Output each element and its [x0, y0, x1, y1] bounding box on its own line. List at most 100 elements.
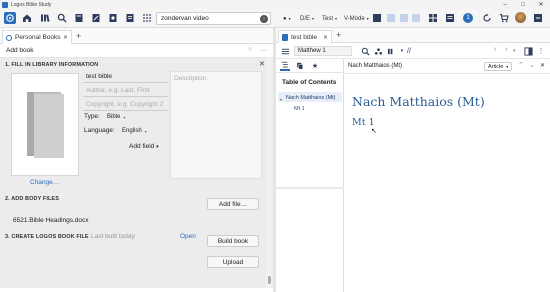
toc-item-book[interactable]: Nach Matthaios (Mt) — [286, 95, 336, 101]
type-label: Type: — [84, 113, 100, 120]
back-arrow-icon[interactable]: ‹ — [494, 46, 496, 53]
minimize-panel-icon[interactable]: — — [260, 47, 267, 54]
close-section-icon[interactable]: ✕ — [259, 60, 265, 68]
left-scrollbar[interactable] — [266, 58, 273, 288]
chevron-down-icon: ▾ — [123, 114, 126, 120]
close-tab-icon[interactable]: ✕ — [63, 34, 68, 41]
build-book-button[interactable]: Build book — [207, 235, 259, 247]
add-book-title: Add book — [6, 47, 34, 54]
type-select[interactable]: Bible ▾ — [107, 114, 125, 120]
add-book-header: Add book ? — — [0, 44, 273, 58]
search-icon[interactable] — [360, 46, 370, 56]
panel-menu-icon[interactable] — [444, 12, 456, 24]
parallel-resources-icon[interactable] — [386, 46, 396, 56]
add-tab-icon[interactable]: + — [336, 30, 341, 40]
record-icon: ● — [283, 15, 287, 22]
right-tab-bar: test bible ✕ + — [276, 28, 550, 43]
command-search-input[interactable]: zondervan video › — [156, 12, 271, 25]
home-icon[interactable] — [4, 12, 16, 24]
tab-label: test bible — [291, 33, 318, 41]
toc-item-chapter[interactable]: Mt 1 — [294, 106, 305, 112]
more-options-icon[interactable]: ⋮ — [536, 46, 546, 56]
section-body-files-title: 2. ADD BODY FILES — [5, 196, 59, 202]
book-cover-image[interactable] — [11, 73, 79, 176]
add-book-form: 1. FILL IN LIBRARY INFORMATION ✕ Change…… — [0, 58, 266, 288]
tab-personal-books[interactable]: Personal Books ✕ — [2, 30, 72, 44]
record-dropdown[interactable]: ● ▾ — [283, 13, 291, 24]
author-field[interactable]: Author, e.g. Last, First — [83, 85, 168, 97]
panel-layout-1-icon[interactable] — [371, 12, 383, 24]
search-text: zondervan video — [161, 15, 209, 22]
logos-app-icon — [2, 1, 8, 8]
visual-filter-icon[interactable] — [373, 46, 383, 56]
chevron-down-icon[interactable]: ▾ — [513, 48, 516, 54]
upload-button[interactable]: Upload — [207, 256, 259, 268]
scroll-up-icon[interactable]: ⌃ — [518, 61, 524, 69]
favorites-star-icon[interactable]: ★ — [310, 61, 320, 71]
main-toolbar: zondervan video › ● ▾ D/E ▾ Test ▾ V-Mode ▾ … — [0, 9, 550, 28]
book-heading: Nach Matthaios (Mt) — [352, 94, 485, 109]
section-create-file-title: 3. CREATE LOGOS BOOK FILE — [5, 234, 89, 240]
mouse-pointer-icon: ↖ — [371, 128, 377, 135]
copyright-field[interactable]: Copyright, e.g. Copyright 2 — [83, 99, 168, 111]
notification-badge[interactable]: 1 — [463, 13, 473, 23]
chevron-down-icon[interactable]: ▾ — [280, 97, 282, 102]
apps-icon[interactable] — [141, 12, 153, 24]
layouts-icon[interactable] — [427, 12, 439, 24]
change-cover-link[interactable]: Change… — [30, 179, 59, 186]
book-title-field[interactable]: test bible — [83, 71, 168, 83]
sync-icon[interactable] — [481, 12, 493, 24]
search-icon[interactable] — [56, 12, 68, 24]
forward-arrow-icon[interactable]: › — [505, 46, 507, 53]
panel-layout-2-icon[interactable] — [385, 12, 397, 24]
chevron-down-icon: ▾ — [506, 64, 509, 69]
view-mode-dropdown[interactable]: Article ▾ — [484, 62, 512, 71]
go-arrow-icon[interactable]: › — [260, 15, 268, 23]
guides-icon[interactable] — [73, 12, 85, 24]
window-title: Logos Bible Study — [11, 1, 52, 8]
documents-icon[interactable] — [107, 12, 119, 24]
add-file-button[interactable]: Add file… — [207, 198, 259, 210]
notes-icon[interactable] — [90, 12, 102, 24]
user-avatar[interactable] — [515, 12, 526, 23]
add-field-button[interactable]: Add field ▾ — [129, 143, 159, 150]
library-icon[interactable] — [39, 12, 51, 24]
scrollbar-thumb[interactable] — [268, 276, 271, 284]
help-icon[interactable] — [532, 12, 544, 24]
open-link[interactable]: Open — [180, 233, 196, 240]
panel-layout-3-icon[interactable] — [398, 12, 410, 24]
reader-location-title: Nach Matthaios (Mt) — [348, 63, 403, 69]
help-circle-icon[interactable]: ? — [248, 47, 252, 54]
sync-links-icon[interactable]: // — [404, 46, 414, 56]
split-panel-icon[interactable] — [523, 46, 533, 56]
highlights-icon[interactable] — [295, 61, 305, 71]
add-tab-icon[interactable]: + — [76, 31, 81, 41]
layout-dropdown-vmode[interactable]: V-Mode ▾ — [344, 13, 369, 24]
cart-icon[interactable] — [498, 12, 510, 24]
language-select[interactable]: English ▾ — [122, 128, 147, 134]
body-file-item[interactable]: 6521.Bible Headings.docx — [13, 217, 89, 224]
panel-menu-icon[interactable] — [280, 46, 290, 56]
tab-label: Personal Books — [15, 34, 61, 41]
maximize-button[interactable]: □ — [514, 0, 532, 9]
scroll-down-icon[interactable]: ⌄ — [529, 61, 535, 69]
book-icon — [282, 33, 288, 41]
chevron-down-icon: ▾ — [144, 128, 147, 134]
close-tab-icon[interactable]: ✕ — [323, 34, 328, 41]
description-field[interactable]: Description — [170, 71, 262, 179]
home-page-icon[interactable] — [21, 12, 33, 24]
reference-box[interactable]: Matthew 1 — [294, 46, 352, 56]
factbook-icon[interactable] — [124, 12, 136, 24]
toc-splitter[interactable] — [276, 187, 344, 189]
left-tab-bar: Personal Books ✕ + — [0, 28, 273, 44]
layout-dropdown-test[interactable]: Test ▾ — [322, 13, 337, 24]
layout-dropdown-de[interactable]: D/E ▾ — [300, 13, 314, 24]
last-built-status: Last built today — [91, 233, 135, 240]
toc-list-icon[interactable] — [280, 61, 290, 71]
book-placeholder-icon — [27, 92, 64, 158]
close-sidebar-icon[interactable]: ✕ — [540, 62, 545, 69]
minimize-button[interactable]: – — [496, 0, 514, 9]
close-window-button[interactable]: ✕ — [532, 0, 550, 9]
tab-test-bible[interactable]: test bible ✕ — [278, 30, 332, 43]
panel-layout-4-icon[interactable] — [410, 12, 422, 24]
